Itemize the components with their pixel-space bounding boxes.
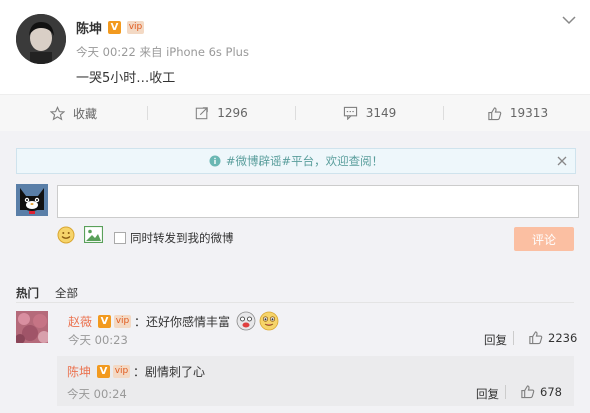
emoji-laughing-icon [236,311,256,331]
comment-avatar[interactable] [16,311,48,343]
tab-hot[interactable]: 热门 [16,285,39,301]
comment-author[interactable]: 赵薇 [68,313,92,330]
info-icon [209,155,221,167]
star-icon [49,105,65,120]
reply-author[interactable]: 陈坤 [67,363,91,380]
reply-like-button[interactable]: 678 [520,384,562,399]
comment-text: ：还好你感情丰富 [134,314,231,329]
vip-badge: vip [127,21,145,34]
post-action-bar: 收藏 1296 3149 19313 [0,94,590,132]
thumbs-up-icon [488,106,502,120]
favorite-label: 收藏 [72,106,97,121]
reply-reply-button[interactable]: 回复 [476,386,499,402]
comment-input[interactable] [57,185,579,218]
verified-badge: V [98,314,112,328]
vip-badge: vip [114,314,132,328]
like-count: 19313 [509,106,549,120]
post-text: 一哭5小时…收工 [76,71,176,86]
comment-time: 今天 00:23 [68,333,128,347]
repost-button[interactable]: 1296 [148,95,295,131]
favorite-button[interactable]: 收藏 [0,95,147,131]
chevron-down-icon[interactable] [562,14,576,28]
comment-icon [343,106,357,120]
post-author-name[interactable]: 陈坤 [76,18,102,37]
tabs-divider [16,302,574,303]
user-avatar [16,184,48,216]
image-icon[interactable] [83,225,104,246]
vip-badge: vip [113,365,131,378]
comment-like-button[interactable]: 2236 [528,330,577,345]
thumbs-up-icon [529,331,543,345]
post-meta: 今天 00:22 来自 iPhone 6s Plus [76,45,249,59]
verified-badge: V [108,21,122,34]
reply-like-count: 678 [540,384,562,399]
repost-icon [196,107,208,120]
reply-time: 今天 00:24 [67,387,127,401]
comment-button[interactable]: 3149 [296,95,443,131]
notice-text: #微博辟谣#平台，欢迎查阅！ [225,154,384,168]
verified-badge: V [97,365,111,378]
comment-count: 3149 [365,106,397,120]
close-icon[interactable] [557,156,567,166]
emoji-icon[interactable] [57,226,75,247]
reply-text: ：剧情刺了心 [133,365,206,379]
notice-banner[interactable]: #微博辟谣#平台，欢迎查阅！ [16,148,576,174]
tab-all[interactable]: 全部 [55,285,78,301]
repost-checkbox-label: 同时转发到我的微博 [130,231,234,245]
repost-count: 1296 [217,106,248,120]
submit-comment-button[interactable]: 评论 [514,227,574,251]
emoji-tongue-icon [259,311,279,331]
like-button[interactable]: 19313 [444,95,590,131]
repost-checkbox[interactable] [114,232,126,244]
thumbs-up-icon [521,385,535,399]
comment-like-count: 2236 [548,330,578,345]
comment-reply-button[interactable]: 回复 [484,332,507,348]
author-avatar[interactable] [16,14,66,64]
